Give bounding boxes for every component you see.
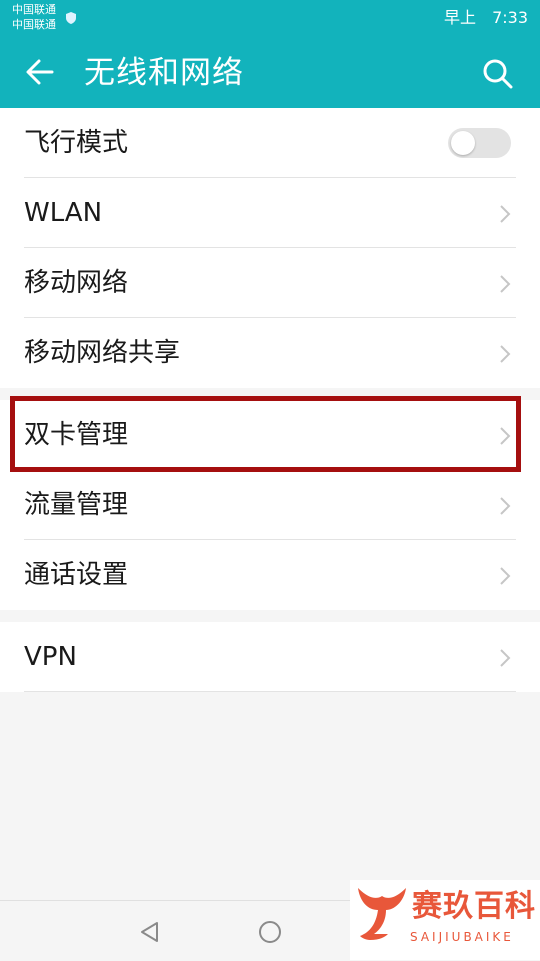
app-header: 中国联通 中国联通 早上 7:33 无线和网络	[0, 0, 540, 108]
page-title: 无线和网络	[84, 55, 244, 91]
watermark-logo: 赛玖百科 SAIJIUBAIKE	[350, 880, 540, 960]
chevron-right-icon	[500, 345, 511, 363]
settings-group-sim: 双卡管理 流量管理 通话设置	[0, 400, 540, 610]
divider	[24, 691, 516, 692]
chevron-right-icon	[500, 497, 511, 515]
setting-label: 移动网络共享	[24, 338, 181, 368]
setting-wlan[interactable]: WLAN	[0, 178, 540, 248]
clock: 7:33	[492, 8, 528, 27]
setting-label: 移动网络	[24, 268, 129, 298]
time-prefix: 早上	[443, 8, 476, 27]
settings-content: 飞行模式 WLAN 移动网络 移动网络共享 双卡管理 流量管理 通话设置 VPN	[0, 108, 540, 900]
settings-group-vpn: VPN	[0, 622, 540, 692]
back-arrow-icon[interactable]	[24, 56, 56, 88]
airplane-mode-toggle[interactable]	[448, 128, 511, 158]
carrier-label-1: 中国联通	[12, 3, 56, 16]
setting-dual-sim[interactable]: 双卡管理	[0, 400, 540, 470]
setting-call-settings[interactable]: 通话设置	[0, 540, 540, 610]
chevron-right-icon	[500, 649, 511, 667]
setting-tethering[interactable]: 移动网络共享	[0, 318, 540, 388]
setting-label: 流量管理	[24, 490, 129, 520]
setting-label: VPN	[24, 642, 77, 672]
settings-group-network: 飞行模式 WLAN 移动网络 移动网络共享	[0, 108, 540, 388]
setting-mobile-network[interactable]: 移动网络	[0, 248, 540, 318]
nav-back-icon[interactable]	[138, 920, 162, 944]
nav-home-icon[interactable]	[258, 920, 282, 944]
setting-data-usage[interactable]: 流量管理	[0, 470, 540, 540]
search-icon[interactable]	[480, 56, 516, 92]
setting-label: 双卡管理	[24, 420, 129, 450]
carrier-label-2: 中国联通	[12, 18, 56, 31]
setting-label: WLAN	[24, 198, 103, 228]
setting-label: 飞行模式	[24, 128, 129, 158]
whale-tail-icon	[358, 888, 406, 940]
setting-vpn[interactable]: VPN	[0, 622, 540, 692]
chevron-right-icon	[500, 275, 511, 293]
chevron-right-icon	[500, 567, 511, 585]
toggle-knob	[451, 131, 475, 155]
watermark-name: 赛玖百科	[412, 889, 536, 924]
shield-icon	[66, 12, 76, 24]
status-bar: 中国联通 中国联通 早上 7:33	[0, 0, 540, 36]
chevron-right-icon	[500, 205, 511, 223]
watermark-subtitle: SAIJIUBAIKE	[410, 930, 514, 944]
setting-airplane-mode[interactable]: 飞行模式	[0, 108, 540, 178]
setting-label: 通话设置	[24, 560, 129, 590]
chevron-right-icon	[500, 427, 511, 445]
